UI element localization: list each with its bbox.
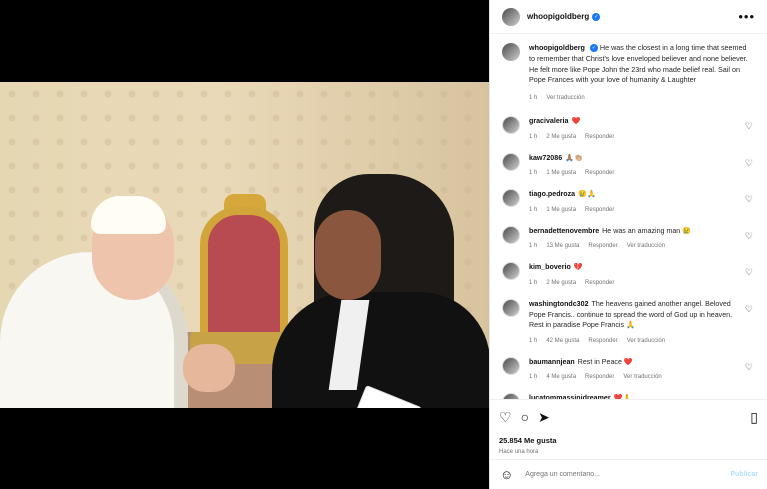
heart-icon[interactable]: ♡: [745, 304, 753, 315]
translate-link[interactable]: Ver traducción: [627, 338, 665, 344]
post-header: whoopigoldberg ✓ •••: [490, 0, 767, 34]
comment-avatar[interactable]: [502, 298, 520, 317]
comment-likes[interactable]: 13 Me gusta: [546, 243, 579, 249]
comment-avatar[interactable]: [502, 115, 520, 134]
comment-likes[interactable]: 1 Me gusta: [546, 170, 576, 176]
post-media: [0, 0, 489, 489]
comment-avatar[interactable]: [502, 189, 520, 208]
comment-username[interactable]: gracivaleria: [529, 117, 568, 125]
send-icon[interactable]: ➤: [538, 410, 550, 427]
comment-avatar[interactable]: [502, 152, 520, 171]
heart-icon[interactable]: ♡: [745, 121, 753, 132]
comment-text: He was an amazing man 😢: [602, 226, 692, 235]
comment-time: 1 h: [529, 133, 538, 140]
bookmark-icon[interactable]: ▯: [750, 410, 758, 427]
caption-translate-link[interactable]: Ver traducción: [546, 93, 584, 104]
comment-username[interactable]: kim_boverio: [529, 263, 571, 271]
caption-time: 1 h: [529, 95, 538, 102]
post-caption: whoopigoldberg ✓ He was the closest in a…: [502, 43, 756, 104]
comment-input[interactable]: [525, 471, 716, 478]
comment-avatar[interactable]: [502, 356, 520, 375]
comment-row: baumannjean Rest in Peace ❤️ 1 h 4 Me gust…: [502, 356, 756, 381]
pope-hand: [183, 344, 235, 392]
more-horizontal-icon[interactable]: •••: [738, 9, 755, 24]
woman-black-outfit: [272, 292, 489, 408]
reply-link[interactable]: Responder: [588, 338, 617, 344]
comment-row: washingtondc302 The heavens gained anothe…: [502, 298, 756, 344]
comment-row: kim_boverio 💔 1 h 2 Me gusta Responder ♡: [502, 262, 756, 286]
reply-link[interactable]: Responder: [585, 280, 614, 286]
verified-badge-icon: ✓: [592, 12, 601, 21]
reply-link[interactable]: Responder: [585, 134, 614, 140]
profile-username[interactable]: whoopigoldberg: [527, 12, 589, 21]
comment-username[interactable]: washingtondc302: [529, 300, 589, 308]
comment-time: 1 h: [529, 374, 538, 381]
reply-link[interactable]: Responder: [585, 207, 614, 213]
comment-text: 😢🙏: [578, 190, 596, 199]
translate-link[interactable]: Ver traducción: [627, 243, 665, 249]
caption-username[interactable]: whoopigoldberg: [529, 43, 585, 52]
reply-link[interactable]: Responder: [585, 374, 614, 380]
comment-composer: ☺ Publicar: [490, 459, 767, 489]
comments-list[interactable]: whoopigoldberg ✓ He was the closest in a…: [490, 34, 767, 399]
heart-icon[interactable]: ♡: [745, 267, 753, 278]
comment-row: bernadettenovembre He was an amazing man …: [502, 225, 756, 250]
comment-time: 1 h: [529, 170, 538, 177]
publish-button[interactable]: Publicar: [730, 471, 758, 478]
comment-likes[interactable]: 2 Me gusta: [546, 134, 576, 140]
comment-username[interactable]: baumannjean: [529, 358, 575, 366]
comment-username[interactable]: kaw72086: [529, 154, 562, 162]
translate-link[interactable]: Ver traducción: [623, 374, 661, 380]
reply-link[interactable]: Responder: [588, 243, 617, 249]
comment-row: kaw72086 🙏🏽👏🏼 1 h 1 Me gusta Responder ♡: [502, 152, 756, 177]
comment-avatar[interactable]: [502, 262, 520, 281]
comment-text: ❤️: [571, 116, 581, 125]
comment-text: 🙏🏽👏🏼: [565, 153, 583, 162]
heart-icon[interactable]: ♡: [745, 231, 753, 242]
comment-icon[interactable]: ○: [521, 410, 529, 427]
comment-text: 💔: [573, 263, 583, 272]
heart-icon[interactable]: ♡: [745, 158, 753, 169]
comment-time: 1 h: [529, 206, 538, 213]
white-zucchetto: [91, 196, 166, 234]
comment-username[interactable]: bernadettenovembre: [529, 227, 599, 235]
comment-row: gracivaleria ❤️ 1 h 2 Me gusta Responder ♡: [502, 115, 756, 140]
emoji-icon[interactable]: ☺: [500, 467, 513, 482]
heart-icon[interactable]: ♡: [745, 362, 753, 373]
comment-likes[interactable]: 42 Me gusta: [546, 338, 579, 344]
comment-row: tiago.pedroza 😢🙏 1 h 1 Me gusta Responder ♡: [502, 189, 756, 213]
reply-link[interactable]: Responder: [585, 170, 614, 176]
profile-avatar[interactable]: [502, 7, 520, 26]
heart-icon[interactable]: ♡: [745, 194, 753, 205]
comment-username[interactable]: tiago.pedroza: [529, 190, 575, 198]
post-photo: [0, 82, 489, 408]
verified-badge-icon: ✓: [589, 44, 598, 52]
comment-time: 1 h: [529, 279, 538, 286]
comment-likes[interactable]: 1 Me gusta: [546, 207, 576, 213]
comment-likes[interactable]: 2 Me gusta: [546, 280, 576, 286]
comment-time: 1 h: [529, 243, 538, 250]
comment-time: 1 h: [529, 337, 538, 344]
red-throne: [200, 207, 288, 347]
post-time: Hace una hora: [499, 449, 539, 455]
post-actions: ♡ ○ ➤ ▯ 25.854 Me gusta Hace una hora: [490, 399, 767, 459]
woman-face: [315, 210, 381, 300]
likes-count[interactable]: 25.854 Me gusta: [499, 436, 759, 445]
instagram-side-panel: whoopigoldberg ✓ ••• whoopigoldberg ✓ He…: [489, 0, 767, 489]
comment-avatar[interactable]: [502, 225, 520, 244]
comment-text: Rest in Peace ❤️: [577, 357, 633, 366]
comment-likes[interactable]: 4 Me gusta: [546, 374, 576, 380]
caption-avatar[interactable]: [502, 43, 520, 61]
heart-icon[interactable]: ♡: [499, 410, 512, 427]
